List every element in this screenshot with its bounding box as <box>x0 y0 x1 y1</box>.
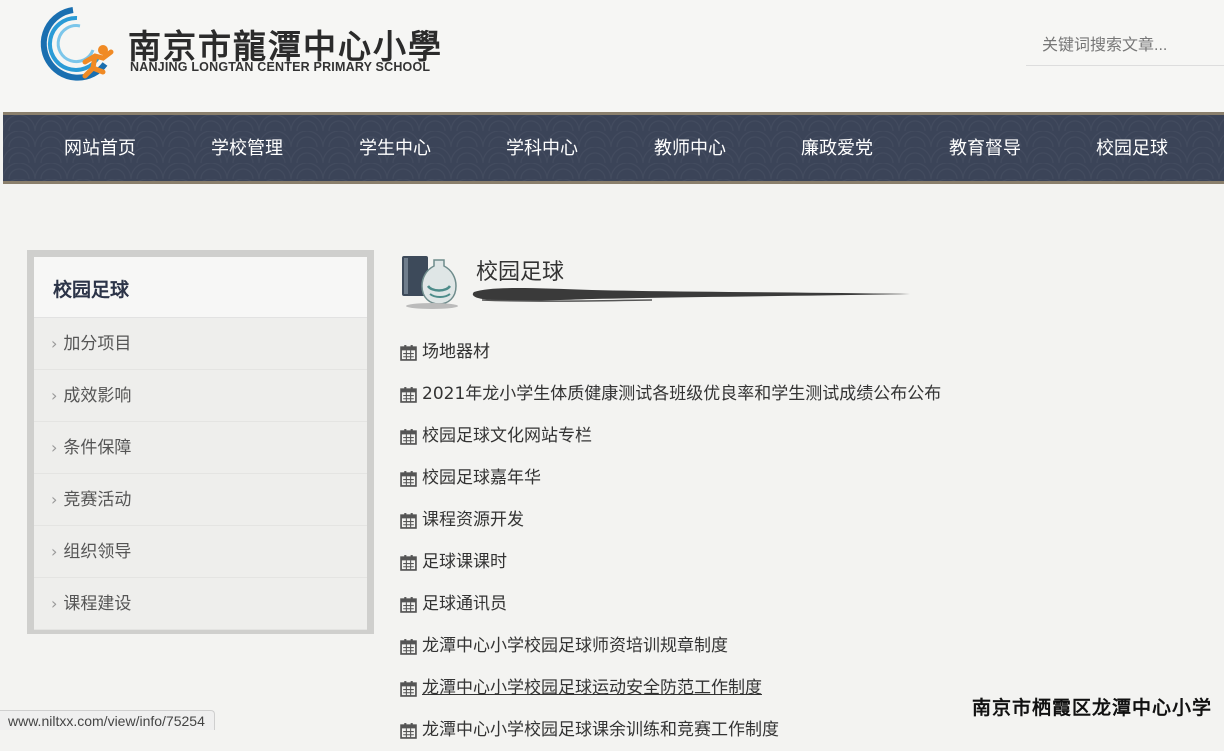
sidebar-item-label: 课程建设 <box>63 594 132 614</box>
calendar-icon <box>400 596 417 613</box>
article-title: 龙潭中心小学校园足球师资培训规章制度 <box>422 636 728 656</box>
page-title: 校园足球 <box>476 260 565 285</box>
sidebar-item-label: 组织领导 <box>63 542 132 562</box>
list-item[interactable]: 足球通讯员 <box>400 583 1200 625</box>
sidebar-item-conditions[interactable]: › 条件保障 <box>34 422 367 474</box>
sidebar-item-label: 条件保障 <box>63 438 132 458</box>
sidebar-item-competitions[interactable]: › 竞赛活动 <box>34 474 367 526</box>
article-title: 龙潭中心小学校园足球课余训练和竞赛工作制度 <box>422 720 779 740</box>
calendar-icon <box>400 680 417 697</box>
article-title: 校园足球嘉年华 <box>422 468 541 488</box>
nav-item-teacher-center[interactable]: 教师中心 <box>654 115 726 181</box>
list-item[interactable]: 场地器材 <box>400 331 1200 373</box>
watermark-text: 南京市栖霞区龙潭中心小学 <box>971 697 1212 719</box>
brush-stroke-decoration <box>472 288 910 302</box>
nav-item-education-supervision[interactable]: 教育督导 <box>949 115 1021 181</box>
sidebar-title: 校园足球 <box>34 257 367 318</box>
sidebar-panel: 校园足球 › 加分项目 › 成效影响 › 条件保障 › 竞赛活动 › 组织领导 › 课程建设 <box>34 257 367 630</box>
sidebar-item-label: 成效影响 <box>63 386 132 406</box>
list-item[interactable]: 龙潭中心小学校园足球师资培训规章制度 <box>400 625 1200 667</box>
chevron-right-icon: › <box>51 386 58 405</box>
article-title: 场地器材 <box>422 342 490 362</box>
nav-item-home[interactable]: 网站首页 <box>64 115 136 181</box>
calendar-icon <box>400 470 417 487</box>
site-header: 南京市龍潭中心小學 NANJING LONGTAN CENTER PRIMARY… <box>0 0 1224 112</box>
vase-book-icon <box>402 256 458 309</box>
section-heading: 校园足球 <box>398 246 918 316</box>
nav-item-campus-football[interactable]: 校园足球 <box>1096 115 1168 181</box>
list-item[interactable]: 校园足球文化网站专栏 <box>400 415 1200 457</box>
sidebar: 校园足球 › 加分项目 › 成效影响 › 条件保障 › 竞赛活动 › 组织领导 › 课程建设 <box>27 250 374 634</box>
article-title: 足球通讯员 <box>422 594 507 614</box>
nav-item-school-management[interactable]: 学校管理 <box>211 115 283 181</box>
chevron-right-icon: › <box>51 594 58 613</box>
list-item[interactable]: 2021年龙小学生体质健康测试各班级优良率和学生测试成绩公布公布 <box>400 373 1200 415</box>
search-input[interactable] <box>1026 26 1224 66</box>
list-item[interactable]: 足球课课时 <box>400 541 1200 583</box>
list-item[interactable]: 校园足球嘉年华 <box>400 457 1200 499</box>
calendar-icon <box>400 344 417 361</box>
chevron-right-icon: › <box>51 334 58 353</box>
article-list: 场地器材 2021年龙小学生体质健康测试各班级优良率和学生测试成绩公布公布 校园… <box>400 331 1200 751</box>
calendar-icon <box>400 512 417 529</box>
calendar-icon <box>400 554 417 571</box>
sidebar-item-results[interactable]: › 成效影响 <box>34 370 367 422</box>
main-nav: 网站首页 学校管理 学生中心 学科中心 教师中心 廉政爱党 教育督导 校园足球 <box>3 112 1224 184</box>
sidebar-item-label: 加分项目 <box>63 334 132 354</box>
calendar-icon <box>400 722 417 739</box>
chevron-right-icon: › <box>51 490 58 509</box>
chevron-right-icon: › <box>51 542 58 561</box>
sidebar-item-label: 竞赛活动 <box>63 490 132 510</box>
school-logo-icon[interactable] <box>33 6 123 82</box>
nav-item-student-center[interactable]: 学生中心 <box>359 115 431 181</box>
article-title: 校园足球文化网站专栏 <box>422 426 592 446</box>
sidebar-item-leadership[interactable]: › 组织领导 <box>34 526 367 578</box>
calendar-icon <box>400 386 417 403</box>
calendar-icon <box>400 428 417 445</box>
article-title: 龙潭中心小学校园足球运动安全防范工作制度 <box>422 678 762 698</box>
article-title: 足球课课时 <box>422 552 507 572</box>
school-name-en: NANJING LONGTAN CENTER PRIMARY SCHOOL <box>130 60 431 74</box>
article-title: 课程资源开发 <box>422 510 524 530</box>
list-item[interactable]: 课程资源开发 <box>400 499 1200 541</box>
chevron-right-icon: › <box>51 438 58 457</box>
nav-item-integrity[interactable]: 廉政爱党 <box>801 115 873 181</box>
calendar-icon <box>400 638 417 655</box>
browser-status-url: www.niltxx.com/view/info/75254 <box>0 710 215 730</box>
article-title: 2021年龙小学生体质健康测试各班级优良率和学生测试成绩公布公布 <box>422 384 942 404</box>
sidebar-item-bonus-items[interactable]: › 加分项目 <box>34 318 367 370</box>
sidebar-item-curriculum[interactable]: › 课程建设 <box>34 578 367 630</box>
nav-item-subject-center[interactable]: 学科中心 <box>506 115 578 181</box>
